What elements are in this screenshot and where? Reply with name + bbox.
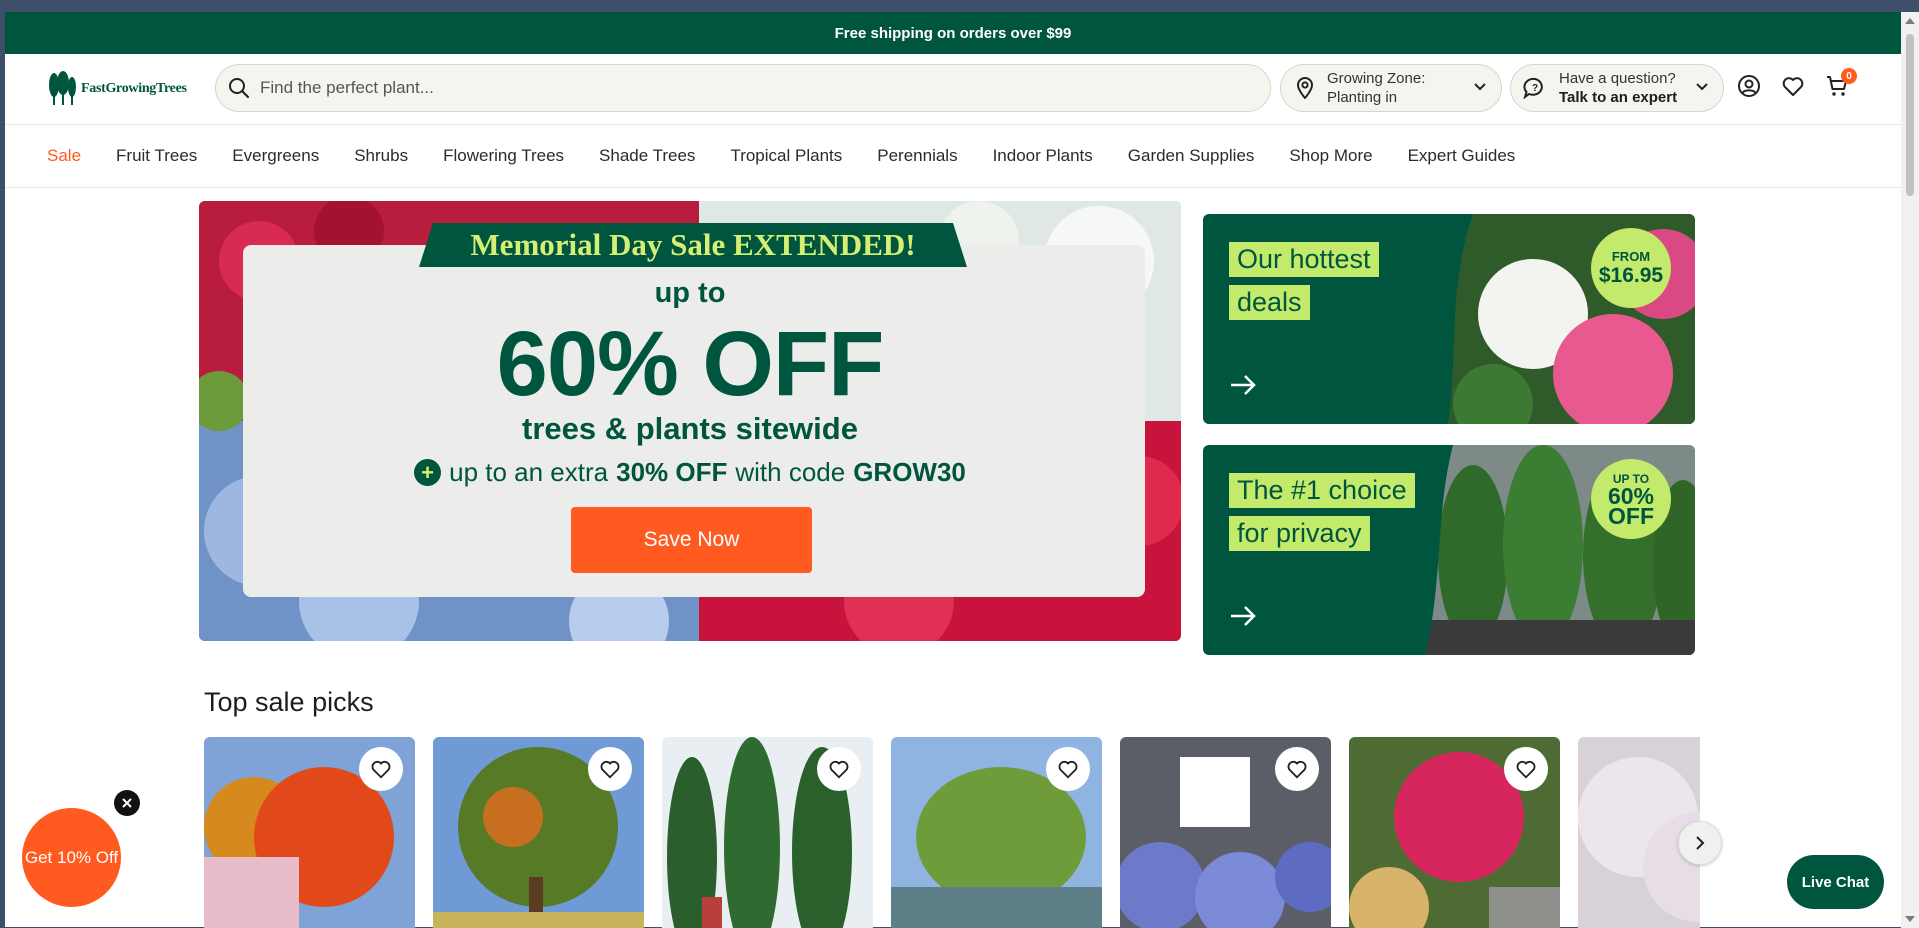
logo[interactable]: FastGrowingTrees (47, 71, 217, 107)
nav-item-fruit-trees[interactable]: Fruit Trees (116, 146, 197, 166)
chevron-right-icon (1696, 836, 1705, 850)
growing-zone-selector[interactable]: Growing Zone: Planting in (1280, 64, 1502, 112)
extra-code: GROW30 (853, 457, 966, 487)
wishlist-button[interactable] (1275, 747, 1319, 791)
hero-upto: up to (654, 277, 726, 309)
cart-count-badge: 0 (1841, 68, 1857, 84)
chevron-down-icon (1696, 83, 1708, 91)
discount-close-button[interactable] (114, 790, 140, 816)
wishlist-button[interactable] (1046, 747, 1090, 791)
scroll-up-arrow[interactable] (1905, 18, 1915, 24)
browser-top-strip (0, 0, 1919, 12)
talk-to-expert-selector[interactable]: ? Have a question? Talk to an expert (1510, 64, 1724, 112)
arrow-right-icon (1231, 606, 1256, 626)
heart-icon (1287, 760, 1307, 779)
product-card[interactable] (1120, 737, 1331, 928)
product-card[interactable] (891, 737, 1102, 928)
nav-item-sale[interactable]: Sale (47, 146, 81, 166)
nav-item-flowering-trees[interactable]: Flowering Trees (443, 146, 564, 166)
promo-card-hottest-deals[interactable]: Our hottest deals FROM $16.95 (1203, 214, 1695, 424)
zone-label: Growing Zone: (1327, 70, 1426, 87)
ribbon-title: Memorial Day Sale EXTENDED! (470, 227, 916, 262)
extra-prefix: up to an extra (449, 457, 609, 487)
section-title: Top sale picks (204, 687, 374, 717)
extra-mid: with code (735, 457, 846, 487)
promo1-line2: deals (1229, 285, 1310, 320)
wishlist-button[interactable] (588, 747, 632, 791)
badge-from: FROM (1611, 248, 1651, 264)
nav-item-garden-supplies[interactable]: Garden Supplies (1128, 146, 1255, 166)
product-carousel (204, 737, 1700, 928)
chat-bubble-icon: ? (1523, 77, 1543, 99)
site-header: FastGrowingTrees Growing Zone: Planting … (5, 54, 1901, 124)
logo-text: FastGrowingTrees (81, 81, 187, 96)
chevron-down-icon (1474, 83, 1486, 91)
heart-icon[interactable] (1781, 74, 1805, 98)
badge-off: OFF (1608, 503, 1654, 529)
scroll-down-arrow[interactable] (1905, 916, 1915, 922)
carousel-next-button[interactable] (1678, 821, 1722, 865)
account-icon[interactable] (1737, 74, 1761, 98)
search-input[interactable] (260, 78, 1270, 98)
hero-discount: 60% OFF (496, 313, 885, 415)
expert-cta: Talk to an expert (1559, 89, 1678, 106)
nav-item-indoor-plants[interactable]: Indoor Plants (993, 146, 1093, 166)
nav-item-tropical-plants[interactable]: Tropical Plants (730, 146, 842, 166)
live-chat-button[interactable]: Live Chat (1787, 855, 1884, 909)
nav-item-perennials[interactable]: Perennials (877, 146, 957, 166)
discount-popup-label: Get 10% Off (24, 848, 119, 867)
wishlist-button[interactable] (817, 747, 861, 791)
hero-banner[interactable]: Memorial Day Sale EXTENDED! up to 60% OF… (199, 201, 1181, 641)
arrow-right-icon (1231, 375, 1256, 395)
heart-icon (1516, 760, 1536, 779)
nav-item-shop-more[interactable]: Shop More (1289, 146, 1372, 166)
hero-subtitle: trees & plants sitewide (522, 411, 858, 446)
discount-popup-button[interactable]: Get 10% Off (22, 808, 121, 907)
heart-icon (600, 760, 620, 779)
nav-item-evergreens[interactable]: Evergreens (232, 146, 319, 166)
zone-value: Planting in (1327, 89, 1398, 106)
promo2-line2: for privacy (1229, 516, 1370, 551)
promo1-line1: Our hottest (1229, 242, 1379, 277)
heart-icon (829, 760, 849, 779)
heart-icon (1058, 760, 1078, 779)
vertical-scrollbar[interactable] (1901, 12, 1919, 928)
location-pin-icon (1296, 77, 1314, 99)
discount-badge: UP TO 60% OFF (1591, 459, 1671, 539)
nav-item-shade-trees[interactable]: Shade Trees (599, 146, 695, 166)
close-icon (122, 798, 132, 808)
badge-price: $16.95 (1598, 263, 1664, 287)
promo-card-privacy[interactable]: The #1 choice for privacy UP TO 60% OFF (1203, 445, 1695, 655)
search-icon (229, 78, 250, 99)
wishlist-button[interactable] (1504, 747, 1548, 791)
price-badge: FROM $16.95 (1591, 228, 1671, 308)
extra-percent: 30% OFF (616, 457, 728, 487)
heart-icon (371, 760, 391, 779)
product-card[interactable] (1349, 737, 1560, 928)
nav-item-expert-guides[interactable]: Expert Guides (1408, 146, 1516, 166)
promo2-line1: The #1 choice (1229, 473, 1415, 508)
wishlist-button[interactable] (359, 747, 403, 791)
product-card[interactable] (662, 737, 873, 928)
hero-extra-offer: + up to an extra 30% OFF with code GROW3… (199, 457, 1181, 488)
search-bar[interactable] (215, 64, 1271, 112)
product-card[interactable] (433, 737, 644, 928)
svg-text:?: ? (1532, 83, 1538, 94)
free-shipping-bar: Free shipping on orders over $99 (5, 12, 1901, 54)
tree-logo-icon (49, 71, 76, 105)
main-nav: Sale Fruit Trees Evergreens Shrubs Flowe… (5, 124, 1901, 188)
product-card[interactable] (204, 737, 415, 928)
plus-icon: + (414, 459, 442, 486)
nav-item-shrubs[interactable]: Shrubs (354, 146, 408, 166)
free-shipping-text: Free shipping on orders over $99 (834, 24, 1072, 42)
expert-question: Have a question? (1559, 70, 1676, 87)
save-now-button[interactable]: Save Now (571, 507, 812, 573)
scroll-thumb[interactable] (1906, 34, 1914, 196)
